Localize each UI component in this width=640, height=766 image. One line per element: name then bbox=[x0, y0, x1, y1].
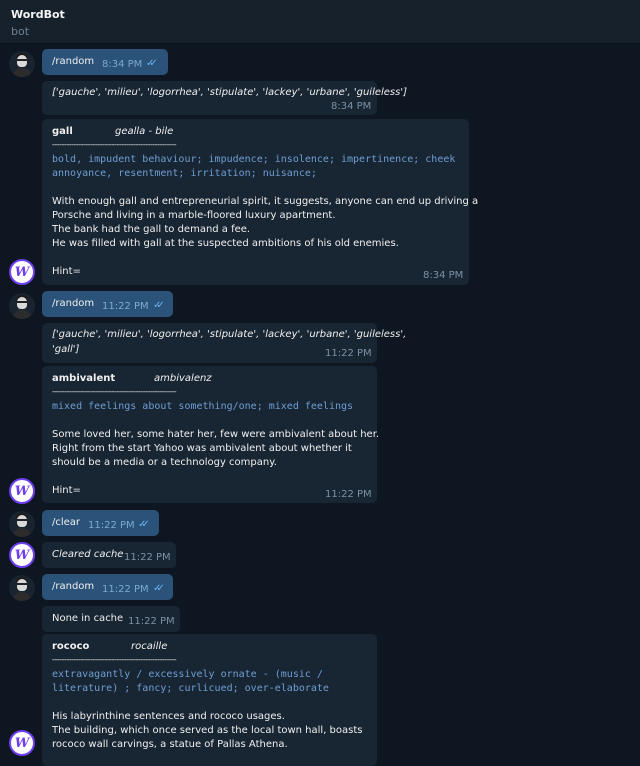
message-text: None in cache bbox=[52, 613, 124, 624]
word-card[interactable]: ambivalent ambivalenz ------------------… bbox=[42, 366, 380, 503]
message-text: ['gauche', 'milieu', 'logorrhea', 'stipu… bbox=[52, 87, 408, 98]
word-title: gall bbox=[52, 126, 73, 137]
wordbot-logo-icon: W bbox=[14, 483, 30, 499]
message-list[interactable]: /random 8:34 PM ✓✓ ['gauche', 'milieu', … bbox=[0, 44, 640, 766]
message-text: /random bbox=[52, 56, 95, 67]
user-avatar[interactable] bbox=[9, 51, 35, 77]
message-time: 8:34 PM bbox=[331, 101, 372, 112]
bot-avatar[interactable]: W bbox=[9, 259, 35, 285]
word-translation: gealla - bile bbox=[115, 126, 174, 137]
double-check-icon: ✓✓ bbox=[153, 300, 165, 311]
chat-subtitle: bot bbox=[11, 25, 30, 38]
hint-text: Hint= bbox=[52, 266, 81, 277]
chat-title: WordBot bbox=[11, 8, 65, 21]
incoming-message[interactable]: ['gauche', 'milieu', 'logorrhea', 'stipu… bbox=[42, 323, 406, 363]
word-card[interactable]: rococo rocaille ------------------------… bbox=[42, 634, 377, 766]
definition-line: extravagantly / excessively ornate - (mu… bbox=[52, 669, 323, 680]
incoming-message[interactable]: Cleared cache 11:22 PM bbox=[42, 542, 176, 568]
separator: ----------------------------------------… bbox=[52, 655, 177, 664]
definition-line: bold, impudent behaviour; impudence; ins… bbox=[52, 154, 456, 165]
word-card[interactable]: gall gealla - bile ---------------------… bbox=[42, 119, 478, 285]
word-translation: rocaille bbox=[131, 641, 168, 652]
example-line: should be a media or a technology compan… bbox=[52, 457, 277, 468]
example-line: His labyrinthine sentences and rococo us… bbox=[52, 711, 285, 722]
example-line: The bank had the gall to demand a fee. bbox=[52, 224, 251, 235]
message-text: Cleared cache bbox=[52, 549, 124, 560]
outgoing-message[interactable]: /clear 11:22 PM ✓✓ bbox=[42, 510, 159, 536]
hint-text: Hint= bbox=[52, 485, 81, 496]
incoming-message[interactable]: None in cache 11:22 PM bbox=[42, 606, 180, 632]
separator: ----------------------------------------… bbox=[52, 140, 177, 149]
message-time: 11:22 PM bbox=[128, 616, 175, 627]
message-time: 11:22 PM bbox=[88, 520, 135, 531]
example-line: The building, which once served as the l… bbox=[52, 725, 363, 736]
outgoing-message[interactable]: /random 11:22 PM ✓✓ bbox=[42, 291, 173, 317]
user-avatar[interactable] bbox=[9, 575, 35, 601]
bot-avatar[interactable]: W bbox=[9, 730, 35, 756]
definition-line: literature) ; fancy; curlicued; over-ela… bbox=[52, 683, 329, 694]
user-avatar[interactable] bbox=[9, 511, 35, 537]
double-check-icon: ✓✓ bbox=[146, 58, 158, 69]
message-time: 11:22 PM bbox=[325, 348, 372, 359]
message-text: 'gall'] bbox=[52, 344, 80, 355]
user-avatar[interactable] bbox=[9, 293, 35, 319]
example-line: He was filled with gall at the suspected… bbox=[52, 238, 399, 249]
definition-line: annoyance, resentment; irritation; nuisa… bbox=[52, 168, 317, 179]
chat-header[interactable]: WordBot bot bbox=[0, 0, 640, 44]
message-time: 11:22 PM bbox=[124, 552, 171, 563]
message-time: 11:22 PM bbox=[325, 489, 372, 500]
message-time: 8:34 PM bbox=[102, 59, 143, 70]
wordbot-logo-icon: W bbox=[14, 264, 30, 280]
wordbot-logo-icon: W bbox=[14, 735, 30, 751]
message-text: /random bbox=[52, 298, 95, 309]
separator: ----------------------------------------… bbox=[52, 387, 177, 396]
message-time: 11:22 PM bbox=[102, 584, 149, 595]
word-title: rococo bbox=[52, 641, 90, 652]
example-line: Some loved her, some hater her, few were… bbox=[52, 429, 380, 440]
example-line: Porsche and living in a marble-floored l… bbox=[52, 210, 336, 221]
example-line: rococo wall carvings, a statue of Pallas… bbox=[52, 739, 288, 750]
message-time: 11:22 PM bbox=[102, 301, 149, 312]
double-check-icon: ✓✓ bbox=[153, 583, 165, 594]
word-title: ambivalent bbox=[52, 373, 116, 384]
bot-avatar[interactable]: W bbox=[9, 542, 35, 568]
example-line: Right from the start Yahoo was ambivalen… bbox=[52, 443, 352, 454]
outgoing-message[interactable]: /random 11:22 PM ✓✓ bbox=[42, 574, 173, 600]
message-time: 8:34 PM bbox=[423, 270, 464, 281]
bot-avatar[interactable]: W bbox=[9, 478, 35, 504]
definition-line: mixed feelings about something/one; mixe… bbox=[52, 401, 354, 412]
outgoing-message[interactable]: /random 8:34 PM ✓✓ bbox=[42, 49, 168, 75]
example-line: With enough gall and entrepreneurial spi… bbox=[52, 196, 479, 207]
message-text: /random bbox=[52, 581, 95, 592]
message-text: /clear bbox=[52, 517, 81, 528]
word-translation: ambivalenz bbox=[154, 373, 212, 384]
wordbot-logo-icon: W bbox=[14, 547, 30, 563]
double-check-icon: ✓✓ bbox=[138, 519, 150, 530]
message-text: ['gauche', 'milieu', 'logorrhea', 'stipu… bbox=[52, 329, 407, 340]
incoming-message[interactable]: ['gauche', 'milieu', 'logorrhea', 'stipu… bbox=[42, 81, 407, 115]
